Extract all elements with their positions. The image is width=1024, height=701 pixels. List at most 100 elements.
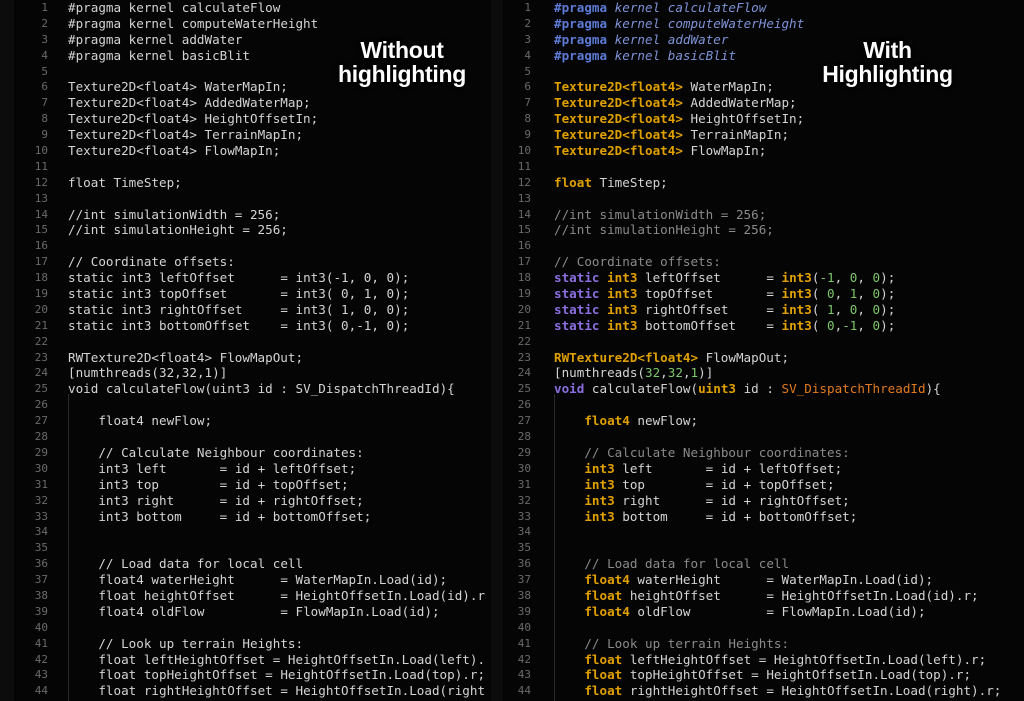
code-line[interactable]: 28 (487, 429, 1024, 445)
code-line[interactable]: 41 // Look up terrain Heights: (487, 636, 1024, 652)
line-number: 7 (524, 96, 531, 110)
code-line[interactable]: 12 float TimeStep; (0, 175, 487, 191)
line-number: 5 (41, 64, 48, 78)
plain-code-pane[interactable]: 1 #pragma kernel calculateFlow 2 #pragma ke… (0, 0, 487, 701)
code-line[interactable]: 25 void calculateFlow(uint3 id : SV_Dispa… (0, 381, 487, 397)
code-line[interactable]: 37 float4 waterHeight = WaterMapIn.Load(… (0, 572, 487, 588)
code-line[interactable]: 30 int3 left = id + leftOffset; (487, 461, 1024, 477)
code-line[interactable]: 11 (0, 159, 487, 175)
code-line[interactable]: 32 int3 right = id + rightOffset; (0, 493, 487, 509)
code-line[interactable]: 13 (487, 191, 1024, 207)
code-line[interactable]: 20 static int3 rightOffset = int3( 1, 0, … (0, 302, 487, 318)
code-line[interactable]: 38 float heightOffset = HeightOffsetIn.L… (0, 588, 487, 604)
code-line[interactable]: 15 //int simulationHeight = 256; (487, 222, 1024, 238)
code-line[interactable]: 35 (487, 540, 1024, 556)
code-line[interactable]: 8 Texture2D<float4> HeightOffsetIn; (0, 111, 487, 127)
code-line[interactable]: 27 float4 newFlow; (0, 413, 487, 429)
line-number: 18 (34, 271, 48, 285)
code-line[interactable]: 24 [numthreads(32,32,1)] (487, 365, 1024, 381)
code-line[interactable]: 2 #pragma kernel computeWaterHeight (0, 16, 487, 32)
code-line[interactable]: 12 float TimeStep; (487, 175, 1024, 191)
code-line[interactable]: 40 (0, 620, 487, 636)
code-line[interactable]: 37 float4 waterHeight = WaterMapIn.Load(… (487, 572, 1024, 588)
code-line[interactable]: 17 // Coordinate offsets: (0, 254, 487, 270)
code-line[interactable]: 9 Texture2D<float4> TerrainMapIn; (487, 127, 1024, 143)
code-line[interactable]: 39 float4 oldFlow = FlowMapIn.Load(id); (0, 604, 487, 620)
code-text: int3 right = id + rightOffset; (98, 492, 364, 508)
code-line[interactable]: 36 // Load data for local cell (487, 556, 1024, 572)
code-line[interactable]: 11 (487, 159, 1024, 175)
code-line[interactable]: 18 static int3 leftOffset = int3(-1, 0, 0… (0, 270, 487, 286)
code-line[interactable]: 25 void calculateFlow(uint3 id : SV_Dispa… (487, 381, 1024, 397)
code-text: float4 newFlow; (584, 413, 699, 429)
code-line[interactable]: 26 (0, 397, 487, 413)
code-line[interactable]: 22 (0, 334, 487, 350)
code-line[interactable]: 27 float4 newFlow; (487, 413, 1024, 429)
line-number: 44 (517, 684, 531, 698)
code-line[interactable]: 8 Texture2D<float4> HeightOffsetIn; (487, 111, 1024, 127)
code-line[interactable]: 23 RWTexture2D<float4> FlowMapOut; (0, 350, 487, 366)
code-line[interactable]: 44 float rightHeightOffset = HeightOffse… (0, 683, 487, 699)
code-line[interactable]: 23 RWTexture2D<float4> FlowMapOut; (487, 350, 1024, 366)
code-line[interactable]: 22 (487, 334, 1024, 350)
code-line[interactable]: 33 int3 bottom = id + bottomOffset; (487, 509, 1024, 525)
code-line[interactable]: 38 float heightOffset = HeightOffsetIn.L… (487, 588, 1024, 604)
code-text: #pragma kernel calculateFlow (554, 0, 767, 15)
code-line[interactable]: 7 Texture2D<float4> AddedWaterMap; (0, 95, 487, 111)
code-line[interactable]: 35 (0, 540, 487, 556)
code-line[interactable]: 34 (0, 524, 487, 540)
code-line[interactable]: 24 [numthreads(32,32,1)] (0, 365, 487, 381)
code-line[interactable]: 21 static int3 bottomOffset = int3( 0,-1,… (0, 318, 487, 334)
code-line[interactable]: 17 // Coordinate offsets: (487, 254, 1024, 270)
code-line[interactable]: 1 #pragma kernel calculateFlow (487, 0, 1024, 16)
line-number: 42 (34, 652, 48, 666)
code-line[interactable]: 9 Texture2D<float4> TerrainMapIn; (0, 127, 487, 143)
code-line[interactable]: 10 Texture2D<float4> FlowMapIn; (487, 143, 1024, 159)
code-text: // Load data for local cell (584, 556, 790, 572)
code-line[interactable]: 15 //int simulationHeight = 256; (0, 222, 487, 238)
code-line[interactable]: 34 (487, 524, 1024, 540)
code-line[interactable]: 21 static int3 bottomOffset = int3( 0,-1,… (487, 318, 1024, 334)
line-number: 23 (517, 350, 531, 364)
code-line[interactable]: 16 (0, 238, 487, 254)
code-line[interactable]: 42 float leftHeightOffset = HeightOffset… (487, 652, 1024, 668)
code-text: Texture2D<float4> TerrainMapIn; (68, 127, 304, 143)
code-line[interactable]: 39 float4 oldFlow = FlowMapIn.Load(id); (487, 604, 1024, 620)
code-line[interactable]: 14 //int simulationWidth = 256; (487, 207, 1024, 223)
code-line[interactable]: 19 static int3 topOffset = int3( 0, 1, 0)… (0, 286, 487, 302)
code-line[interactable]: 18 static int3 leftOffset = int3(-1, 0, 0… (487, 270, 1024, 286)
code-line[interactable]: 26 (487, 397, 1024, 413)
code-line[interactable]: 20 static int3 rightOffset = int3( 1, 0, … (487, 302, 1024, 318)
highlighted-code-pane[interactable]: 1 #pragma kernel calculateFlow 2 #pragma ke… (487, 0, 1024, 701)
code-line[interactable]: 30 int3 left = id + leftOffset; (0, 461, 487, 477)
code-line[interactable]: 19 static int3 topOffset = int3( 0, 1, 0)… (487, 286, 1024, 302)
code-line[interactable]: 43 float topHeightOffset = HeightOffsetI… (487, 667, 1024, 683)
code-line[interactable]: 31 int3 top = id + topOffset; (0, 477, 487, 493)
code-line[interactable]: 44 float rightHeightOffset = HeightOffse… (487, 683, 1024, 699)
code-line[interactable]: 42 float leftHeightOffset = HeightOffset… (0, 652, 487, 668)
code-line[interactable]: 29 // Calculate Neighbour coordinates: (487, 445, 1024, 461)
code-line[interactable]: 16 (487, 238, 1024, 254)
code-line[interactable]: 33 int3 bottom = id + bottomOffset; (0, 509, 487, 525)
code-line[interactable]: 40 (487, 620, 1024, 636)
code-lines[interactable]: 1 #pragma kernel calculateFlow 2 #pragma ke… (0, 0, 487, 701)
code-line[interactable]: 14 //int simulationWidth = 256; (0, 207, 487, 223)
line-number: 41 (517, 636, 531, 650)
line-number: 26 (34, 398, 48, 412)
code-text: void calculateFlow(uint3 id : SV_Dispatc… (68, 381, 455, 397)
code-text: // Calculate Neighbour coordinates: (98, 444, 364, 460)
code-line[interactable]: 32 int3 right = id + rightOffset; (487, 493, 1024, 509)
code-line[interactable]: 43 float topHeightOffset = HeightOffsetI… (0, 667, 487, 683)
code-lines[interactable]: 1 #pragma kernel calculateFlow 2 #pragma ke… (487, 0, 1024, 701)
code-line[interactable]: 7 Texture2D<float4> AddedWaterMap; (487, 95, 1024, 111)
code-line[interactable]: 1 #pragma kernel calculateFlow (0, 0, 487, 16)
code-line[interactable]: 28 (0, 429, 487, 445)
code-line[interactable]: 41 // Look up terrain Heights: (0, 636, 487, 652)
code-line[interactable]: 29 // Calculate Neighbour coordinates: (0, 445, 487, 461)
code-line[interactable]: 36 // Load data for local cell (0, 556, 487, 572)
code-line[interactable]: 13 (0, 191, 487, 207)
code-line[interactable]: 31 int3 top = id + topOffset; (487, 477, 1024, 493)
code-line[interactable]: 10 Texture2D<float4> FlowMapIn; (0, 143, 487, 159)
code-line[interactable]: 2 #pragma kernel computeWaterHeight (487, 16, 1024, 32)
line-number: 34 (517, 525, 531, 539)
